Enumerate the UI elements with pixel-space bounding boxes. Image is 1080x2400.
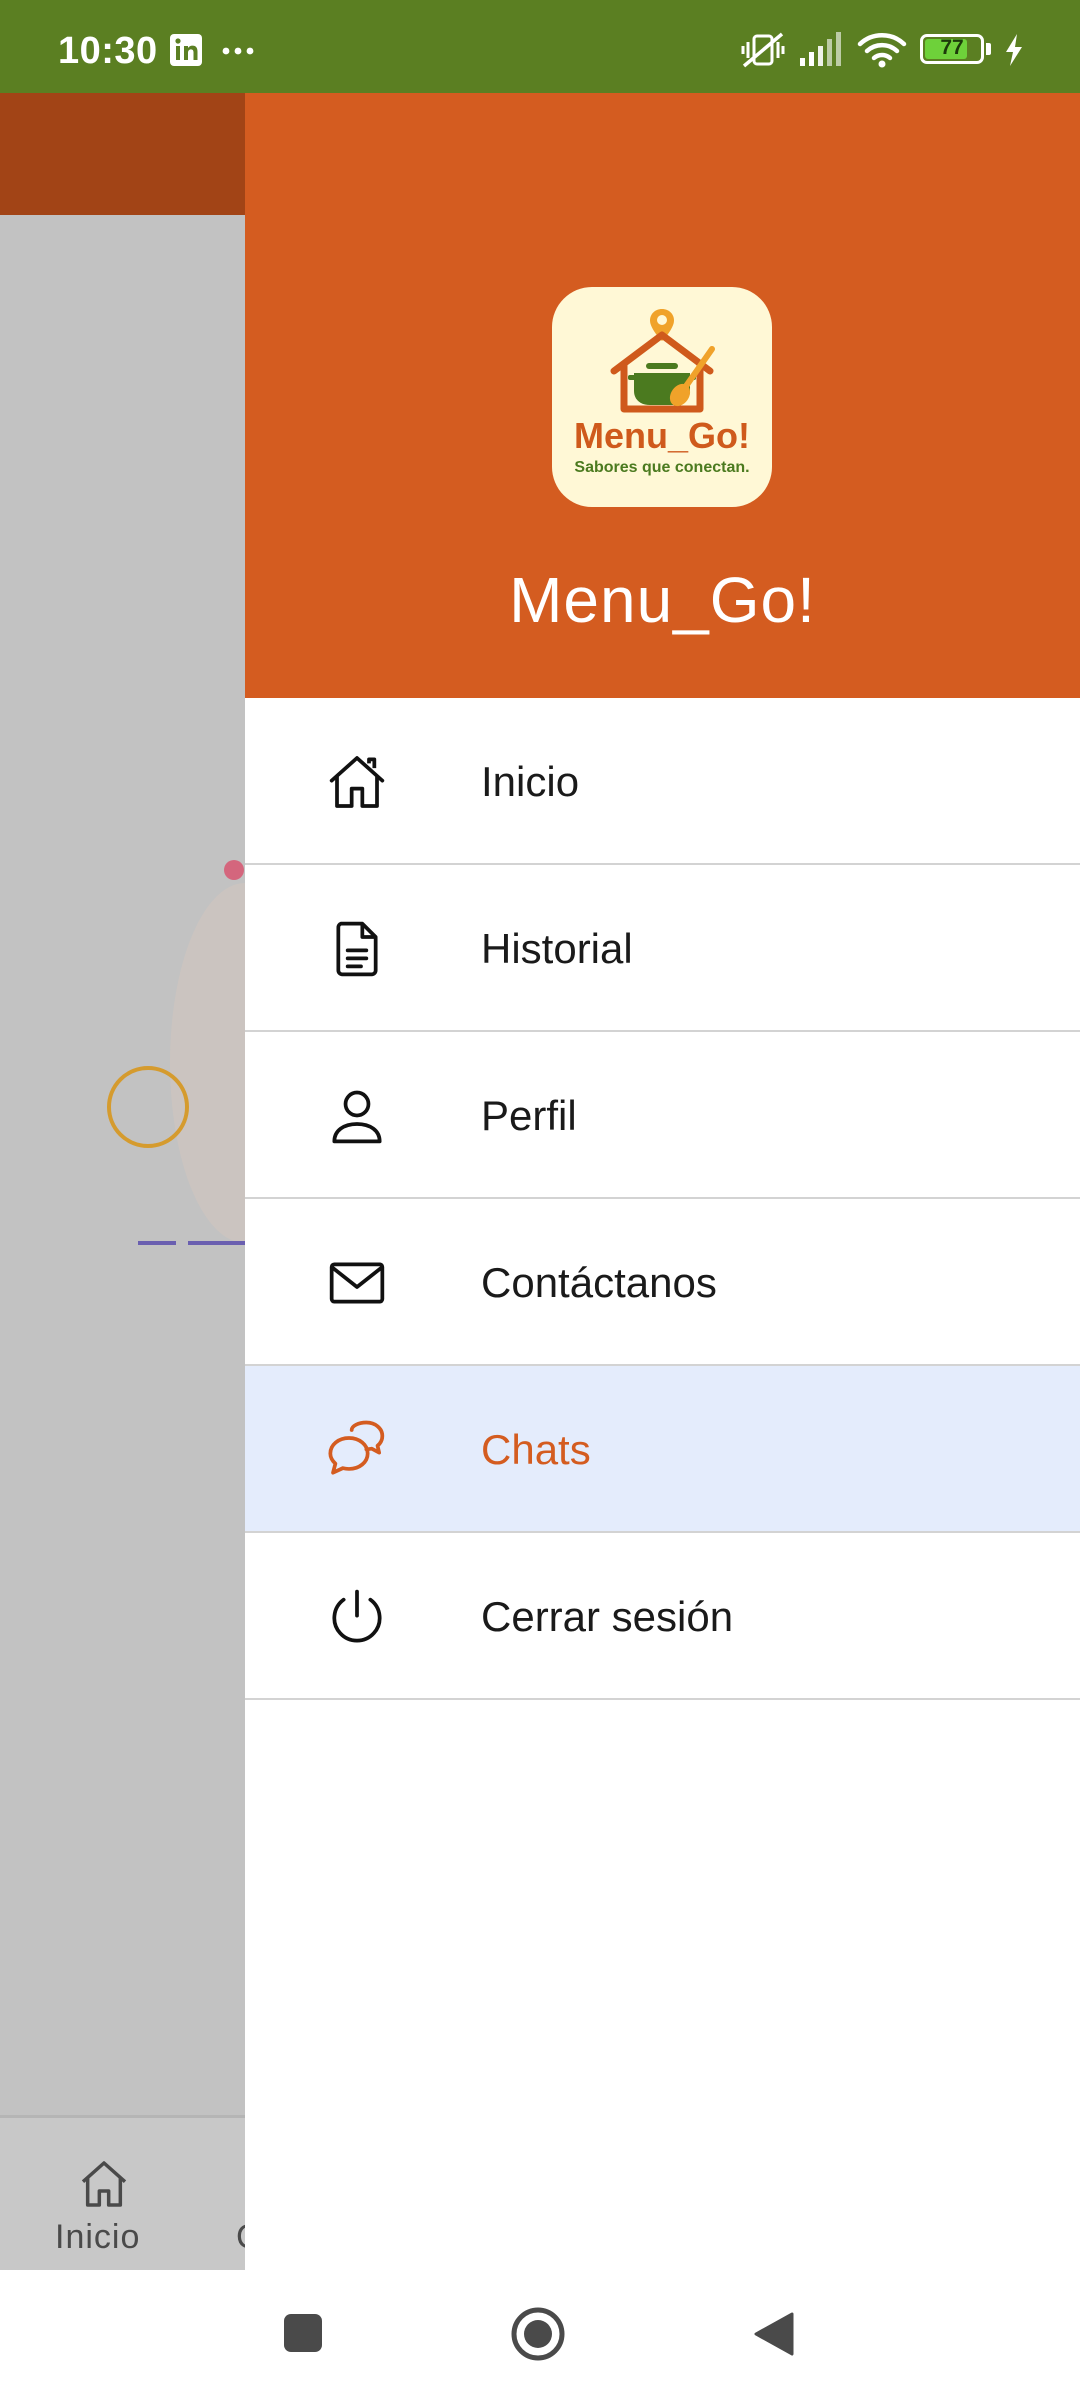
power-icon [332, 1589, 382, 1643]
background-app-scrim[interactable]: Inicio C [0, 93, 320, 2270]
mail-icon [329, 1262, 385, 1304]
menu-item-perfil[interactable]: Perfil [245, 1032, 1080, 1199]
menu-item-label: Cerrar sesión [481, 1593, 734, 1640]
status-left-icons [170, 34, 260, 73]
menu-item-label: Contáctanos [481, 1259, 717, 1306]
status-bar: 10:30 77 [0, 0, 1080, 93]
background-pink-dot [224, 860, 244, 880]
menu-item-cerrar-sesion[interactable]: Cerrar sesión [245, 1533, 1080, 1700]
recents-button[interactable] [282, 2312, 324, 2354]
drawer-header: Menu_Go! Sabores que conectan. Menu_Go! [245, 93, 1080, 698]
logo-tagline: Sabores que conectan. [574, 459, 750, 476]
person-icon [332, 1090, 382, 1144]
more-icon [222, 47, 254, 55]
home-button[interactable] [510, 2306, 566, 2362]
status-time: 10:30 [58, 30, 158, 72]
chat-icon [328, 1420, 385, 1475]
background-circle [107, 1066, 189, 1148]
logo-house-pot-icon [610, 309, 715, 413]
menu-item-contactanos[interactable]: Contáctanos [245, 1199, 1080, 1366]
menu-item-label: Historial [481, 925, 633, 972]
menu-item-label: Perfil [481, 1092, 577, 1139]
menu-item-chats[interactable]: Chats [245, 1366, 1080, 1533]
home-icon [329, 756, 385, 808]
wifi-icon [857, 33, 907, 68]
drawer-menu: Inicio Historial Perfil Contáctanos Chat… [245, 698, 1080, 1700]
drawer-app-title: Menu_Go! [509, 564, 816, 636]
background-dash [188, 1241, 245, 1245]
battery-cap [986, 43, 991, 55]
battery-icon: 77 [920, 34, 984, 64]
vibrate-icon [741, 32, 785, 68]
menu-item-historial[interactable]: Historial [245, 865, 1080, 1032]
menu-item-inicio[interactable]: Inicio [245, 698, 1080, 865]
logo-wordmark: Menu_Go! [574, 415, 750, 456]
background-toolbar [0, 93, 245, 215]
menu-item-label: Inicio [481, 758, 580, 805]
signal-icon [800, 32, 841, 66]
document-icon [336, 921, 378, 977]
navigation-drawer: Menu_Go! Sabores que conectan. Menu_Go! … [245, 93, 1080, 2270]
background-bottom-nav: Inicio C [0, 2115, 261, 2270]
charging-icon [1006, 34, 1022, 66]
menu-item-label: Chats [481, 1426, 591, 1473]
status-right-icons: 77 [740, 30, 1040, 70]
system-navigation-bar [0, 2270, 1080, 2400]
bottom-nav-label-inicio: Inicio [55, 2218, 141, 2256]
home-icon [81, 2161, 127, 2207]
back-button[interactable] [752, 2310, 796, 2358]
background-dash [138, 1241, 176, 1245]
app-logo: Menu_Go! Sabores que conectan. [552, 287, 772, 507]
battery-text: 77 [940, 36, 964, 59]
